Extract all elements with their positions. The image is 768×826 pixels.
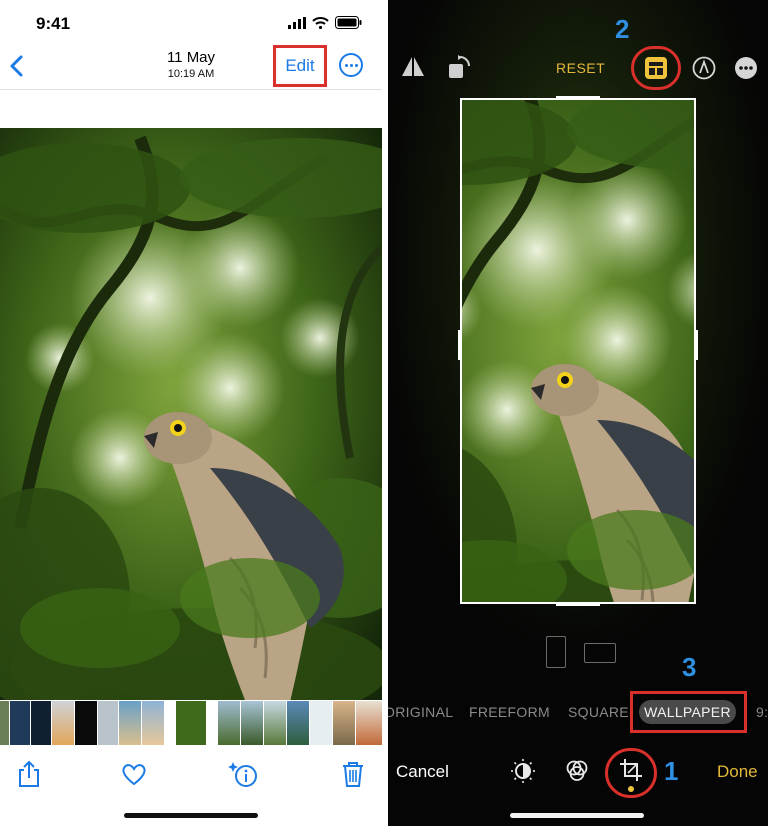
thumbnail[interactable] (241, 701, 263, 745)
photo-nav-bar: 11 May 10:19 AM Edit (0, 44, 382, 90)
crop-frame[interactable] (460, 98, 696, 604)
signal-icon (288, 16, 306, 29)
aspect-freeform[interactable]: FREEFORM (469, 704, 550, 720)
more-icon[interactable] (734, 56, 758, 80)
crop-handle-left[interactable] (458, 330, 462, 360)
thumbnail[interactable] (218, 701, 240, 745)
photo-edit-screen: 2 RESET 3 ORIGINAL FREEFORM SQUARE WALLP… (388, 0, 768, 826)
thumbnail-strip[interactable] (0, 701, 382, 745)
orientation-toggle (546, 636, 616, 670)
crop-handle-bottom[interactable] (556, 602, 600, 606)
edit-bottom-bar: Cancel 1 Done (388, 748, 768, 798)
thumbnail[interactable] (0, 701, 9, 745)
photo-image[interactable] (0, 128, 382, 700)
thumbnail[interactable] (10, 701, 30, 745)
portrait-orientation-icon[interactable] (546, 636, 566, 668)
landscape-orientation-icon[interactable] (584, 643, 616, 663)
thumbnail[interactable] (356, 701, 382, 745)
thumbnail[interactable] (165, 701, 175, 745)
thumbnail[interactable] (31, 701, 51, 745)
info-sparkle-icon[interactable] (228, 760, 260, 788)
wifi-icon (312, 16, 329, 29)
status-icons (288, 16, 362, 29)
thumbnail[interactable] (98, 701, 118, 745)
annotation-number-2: 2 (615, 14, 630, 44)
thumbnail[interactable] (310, 701, 332, 745)
crop-handle-top[interactable] (556, 96, 600, 100)
crop-handle-right[interactable] (694, 330, 698, 360)
crop-icon[interactable] (619, 758, 643, 782)
status-time: 9:41 (36, 14, 71, 33)
adjust-icon[interactable] (510, 758, 536, 784)
more-options-icon[interactable] (339, 53, 363, 77)
edit-top-toolbar: RESET (388, 46, 768, 90)
status-bar: 9:41 (0, 0, 382, 44)
done-button[interactable]: Done (717, 762, 758, 782)
share-icon[interactable] (16, 760, 42, 788)
home-indicator (124, 813, 258, 818)
bottom-toolbar (0, 750, 382, 800)
cancel-button[interactable]: Cancel (396, 762, 449, 782)
thumbnail[interactable] (142, 701, 164, 745)
annotation-number-3: 3 (682, 652, 697, 682)
aspect-square[interactable]: SQUARE (568, 704, 629, 720)
thumbnail[interactable] (119, 701, 141, 745)
aspect-9-16[interactable]: 9: (756, 704, 768, 720)
rotate-icon[interactable] (446, 54, 472, 80)
thumbnail[interactable] (333, 701, 355, 745)
annotation-box-3 (630, 691, 747, 733)
heart-icon[interactable] (121, 760, 147, 788)
flip-icon[interactable] (400, 54, 426, 80)
photo-viewer-screen: 9:41 11 May 10:19 AM Edit (0, 0, 382, 826)
trash-icon[interactable] (340, 760, 366, 788)
annotation-number-1: 1 (664, 756, 679, 786)
home-indicator (510, 813, 644, 818)
thumbnail[interactable] (264, 701, 286, 745)
edit-button[interactable]: Edit (273, 45, 327, 87)
thumbnail[interactable] (75, 701, 97, 745)
thumbnail[interactable] (176, 701, 206, 745)
thumbnail[interactable] (207, 701, 217, 745)
battery-icon (335, 16, 362, 29)
active-tool-dot (628, 786, 634, 792)
aspect-ratio-icon[interactable] (644, 56, 668, 80)
thumbnail[interactable] (52, 701, 74, 745)
filters-icon[interactable] (564, 758, 590, 784)
reset-button[interactable]: RESET (556, 60, 605, 76)
thumbnail[interactable] (287, 701, 309, 745)
markup-icon[interactable] (692, 56, 716, 80)
aspect-original[interactable]: ORIGINAL (388, 704, 453, 720)
